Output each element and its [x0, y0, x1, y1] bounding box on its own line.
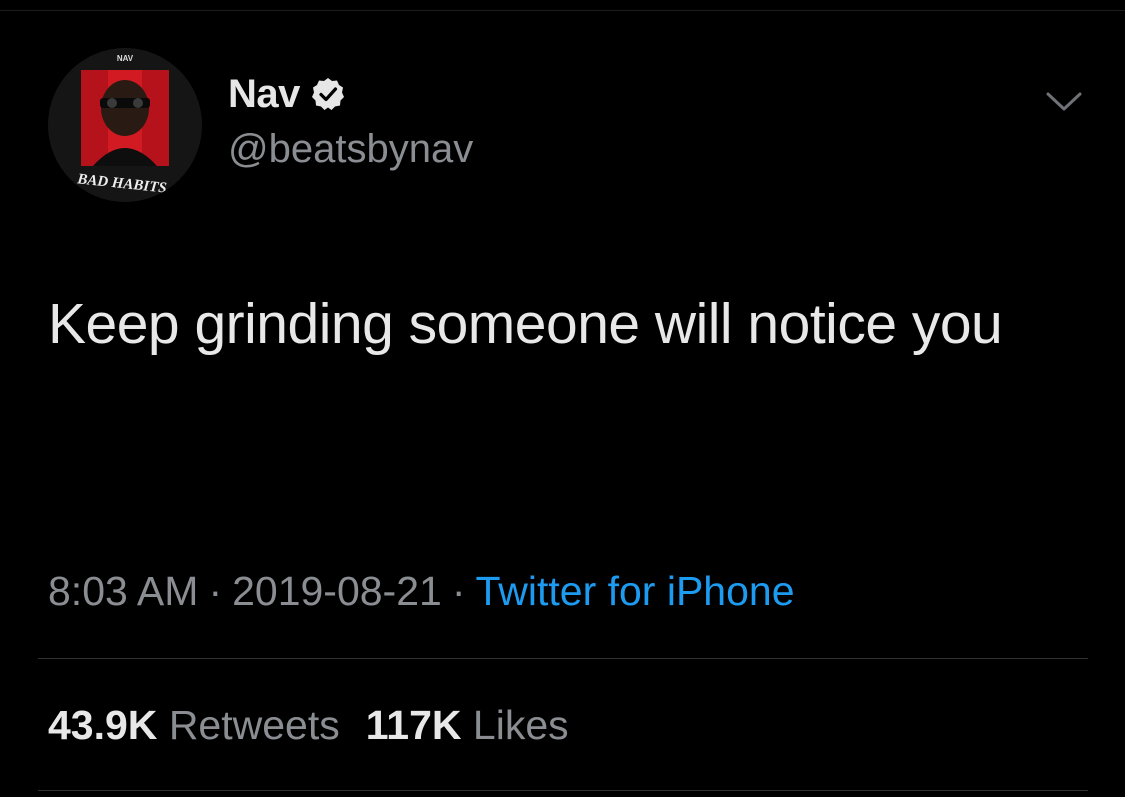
tweet-meta: 8:03 AM · 2019-08-21 · Twitter for iPhone [48, 566, 795, 616]
retweets-count: 43.9K [48, 702, 158, 748]
avatar-album-art: NAV BAD HABITS [48, 48, 202, 202]
likes-label: Likes [472, 702, 569, 748]
tweet-time[interactable]: 8:03 AM [48, 568, 198, 614]
divider [38, 658, 1088, 659]
user-handle[interactable]: @beatsbynav [228, 125, 473, 173]
tweet-text: Keep grinding someone will notice you [48, 292, 1003, 356]
verified-badge-icon [310, 76, 346, 112]
likes-stat[interactable]: 117K Likes [366, 702, 569, 748]
top-divider [0, 10, 1125, 11]
display-name[interactable]: Nav [228, 70, 300, 118]
divider [38, 790, 1088, 791]
chevron-down-icon[interactable] [1044, 88, 1084, 116]
retweets-label: Retweets [168, 702, 340, 748]
meta-separator: · [451, 568, 466, 614]
tweet-stats: 43.9K Retweets 117K Likes [48, 700, 569, 750]
meta-separator: · [208, 568, 223, 614]
tweet-source-link[interactable]: Twitter for iPhone [475, 568, 794, 614]
retweets-stat[interactable]: 43.9K Retweets [48, 702, 340, 748]
display-name-row[interactable]: Nav [228, 70, 346, 118]
avatar-top-text: NAV [117, 54, 134, 63]
avatar[interactable]: NAV BAD HABITS [48, 48, 202, 202]
likes-count: 117K [365, 702, 462, 748]
tweet-date[interactable]: 2019-08-21 [232, 568, 442, 614]
